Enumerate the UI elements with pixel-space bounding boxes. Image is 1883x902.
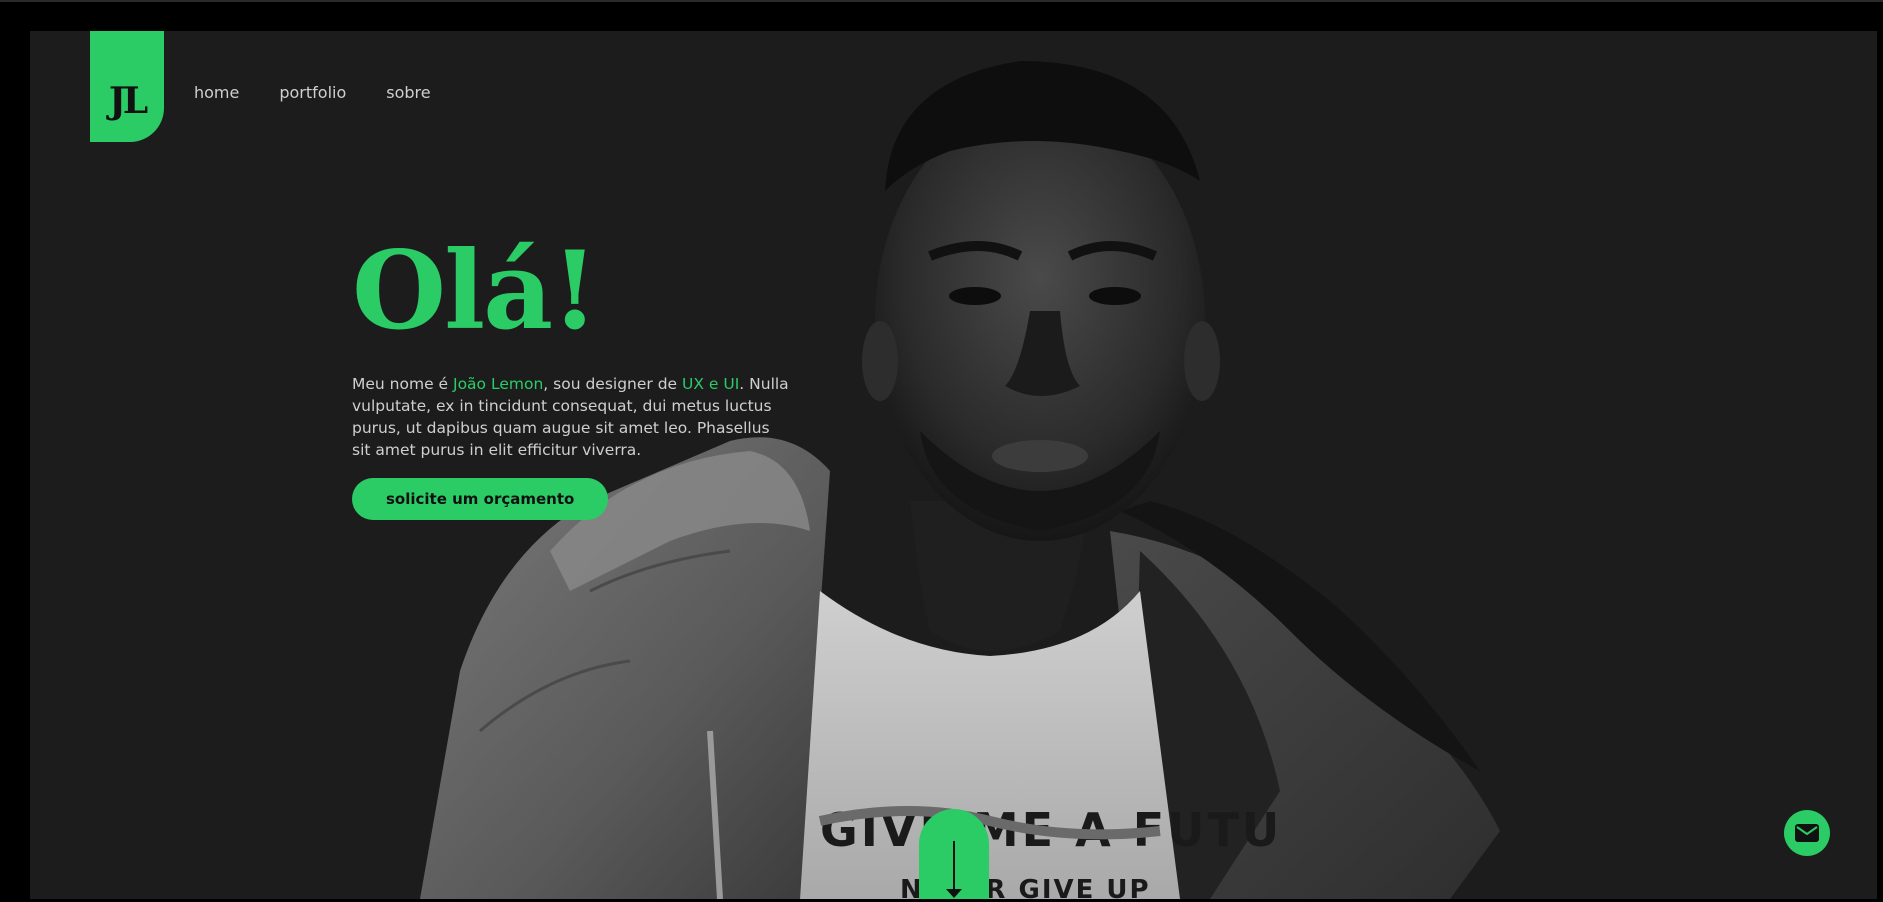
hero-content: Olá! Meu nome é João Lemon, sou designer… bbox=[352, 231, 792, 520]
designer-name: João Lemon bbox=[453, 375, 544, 393]
hero-intro: Meu nome é João Lemon, sou designer de U… bbox=[352, 373, 792, 461]
arrow-head-icon bbox=[946, 889, 962, 898]
request-quote-button[interactable]: solicite um orçamento bbox=[352, 478, 609, 520]
arrow-down-icon bbox=[953, 841, 955, 891]
intro-mid: , sou designer de bbox=[543, 375, 683, 393]
brand-logo-text: JL bbox=[108, 80, 148, 122]
hero-section: GIVE ME A FUTU NEVER GIVE UP JL home por… bbox=[30, 31, 1877, 899]
scroll-down-button[interactable] bbox=[919, 809, 989, 899]
portrait-image: GIVE ME A FUTU NEVER GIVE UP bbox=[420, 61, 1500, 899]
mail-icon bbox=[1795, 824, 1819, 842]
nav-item-sobre[interactable]: sobre bbox=[386, 83, 430, 102]
hero-title: Olá! bbox=[352, 228, 599, 354]
nav-item-home[interactable]: home bbox=[194, 83, 239, 102]
window-top-border bbox=[0, 0, 1883, 2]
nav-item-portfolio[interactable]: portfolio bbox=[279, 83, 346, 102]
brand-logo[interactable]: JL bbox=[90, 31, 164, 142]
mail-button[interactable] bbox=[1784, 810, 1830, 856]
main-nav: home portfolio sobre bbox=[194, 83, 431, 102]
designer-role: UX e UI bbox=[682, 375, 740, 393]
intro-prefix: Meu nome é bbox=[352, 375, 453, 393]
